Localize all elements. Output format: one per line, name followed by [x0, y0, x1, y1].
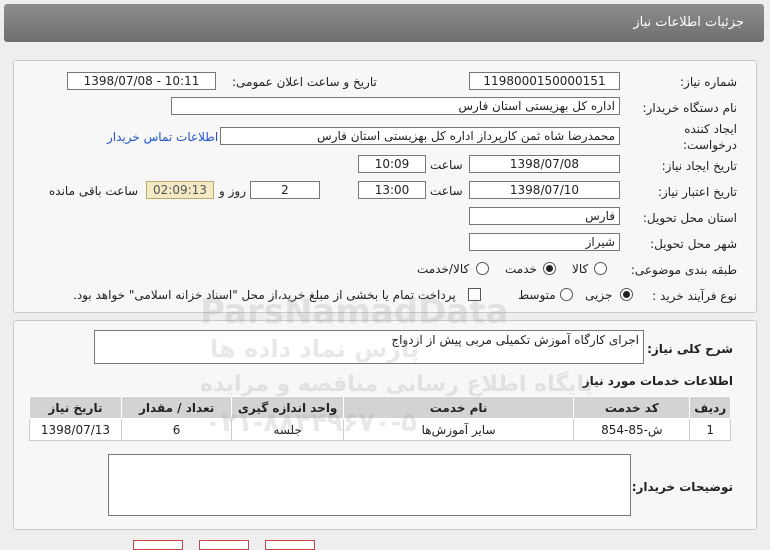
category-goods-label: کالا — [572, 262, 589, 276]
buyer-org-label: نام دستگاه خریدار: — [642, 101, 738, 115]
announce-label: تاریخ و ساعت اعلان عمومی: — [232, 75, 377, 89]
action-button-1[interactable] — [133, 540, 183, 550]
col-quantity: تعداد / مقدار — [120, 396, 233, 419]
category-goods-radio[interactable] — [594, 262, 607, 275]
days-label: روز و — [219, 184, 246, 198]
col-unit: واحد اندازه گیری — [231, 396, 344, 419]
description-field[interactable]: اجرای کارگاه آموزش تکمیلی مربی پیش از از… — [94, 330, 644, 364]
announce-field[interactable]: 1398/07/08 - 10:11 — [67, 72, 216, 90]
treasury-payment-checkbox[interactable] — [468, 288, 481, 301]
process-minor-radio[interactable] — [620, 288, 633, 301]
category-goods-service-radio[interactable] — [476, 262, 489, 275]
buyer-org-field[interactable]: اداره کل بهزیستی استان فارس — [171, 97, 620, 115]
process-medium-radio[interactable] — [560, 288, 573, 301]
col-need-date: تاریخ نیاز — [29, 396, 122, 419]
category-label: طبقه بندی موضوعی: — [630, 263, 737, 277]
buyer-notes-field[interactable] — [108, 454, 631, 516]
created-time-label: ساعت — [430, 158, 463, 172]
province-field[interactable]: فارس — [469, 207, 620, 225]
cell-unit: جلسه — [231, 418, 344, 441]
city-field[interactable]: شیراز — [469, 233, 620, 251]
province-label: استان محل تحویل: — [642, 211, 737, 225]
created-time-field[interactable]: 10:09 — [358, 155, 426, 173]
validity-date-field[interactable]: 1398/07/10 — [469, 181, 620, 199]
days-field[interactable]: 2 — [250, 181, 320, 199]
need-number-field[interactable]: 1198000150000151 — [469, 72, 620, 90]
remaining-timer: 02:09:13 — [146, 181, 214, 199]
cell-need-date: 1398/07/13 — [29, 418, 122, 441]
treasury-payment-note: پرداخت تمام یا بخشی از مبلغ خرید،از محل … — [73, 288, 456, 302]
validity-time-label: ساعت — [430, 184, 463, 198]
buyer-notes-label: توضیحات خریدار: — [631, 480, 733, 494]
cell-service-name: سایر آموزش‌ها — [342, 418, 575, 441]
created-date-label: تاریخ ایجاد نیاز: — [661, 159, 737, 173]
col-service-name: نام خدمت — [342, 396, 575, 419]
cell-quantity: 6 — [120, 418, 233, 441]
process-medium-label: متوسط — [518, 288, 556, 302]
table-row[interactable]: 1 ش-85-854 سایر آموزش‌ها جلسه 6 1398/07/… — [29, 418, 731, 441]
services-title: اطلاعات خدمات مورد نیاز — [582, 374, 733, 388]
requester-field[interactable]: محمدرضا شاه ثمن کارپرداز اداره کل بهزیست… — [220, 127, 620, 145]
page-title: جزئیات اطلاعات نیاز — [633, 15, 744, 30]
validity-time-field[interactable]: 13:00 — [358, 181, 426, 199]
col-service-code: کد خدمت — [573, 396, 691, 419]
created-date-field[interactable]: 1398/07/08 — [469, 155, 620, 173]
city-label: شهر محل تحویل: — [650, 237, 737, 251]
description-label: شرح کلی نیاز: — [647, 342, 733, 356]
process-minor-label: جزیی — [585, 288, 613, 302]
requester-label-2: درخواست: — [683, 138, 737, 152]
services-table: ردیف کد خدمت نام خدمت واحد اندازه گیری ت… — [29, 396, 731, 441]
category-goods-service-label: کالا/خدمت — [417, 262, 470, 276]
requester-label-1: ایجاد کننده — [684, 122, 737, 136]
remaining-label: ساعت باقی مانده — [49, 184, 139, 198]
contact-buyer-link[interactable]: اطلاعات تماس خریدار — [107, 130, 218, 144]
action-button-2[interactable] — [199, 540, 249, 550]
category-service-radio[interactable] — [543, 262, 556, 275]
process-label: نوع فرآیند خرید : — [652, 289, 737, 303]
category-service-label: خدمت — [505, 262, 537, 276]
cell-service-code: ش-85-854 — [573, 418, 691, 441]
col-row-number: ردیف — [689, 396, 731, 419]
action-button-3[interactable] — [265, 540, 315, 550]
page-header: جزئیات اطلاعات نیاز — [4, 4, 764, 42]
need-number-label: شماره نیاز: — [680, 75, 737, 89]
validity-date-label: تاریخ اعتبار نیاز: — [657, 185, 737, 199]
services-table-header: ردیف کد خدمت نام خدمت واحد اندازه گیری ت… — [29, 396, 731, 419]
cell-row-number: 1 — [689, 418, 731, 441]
